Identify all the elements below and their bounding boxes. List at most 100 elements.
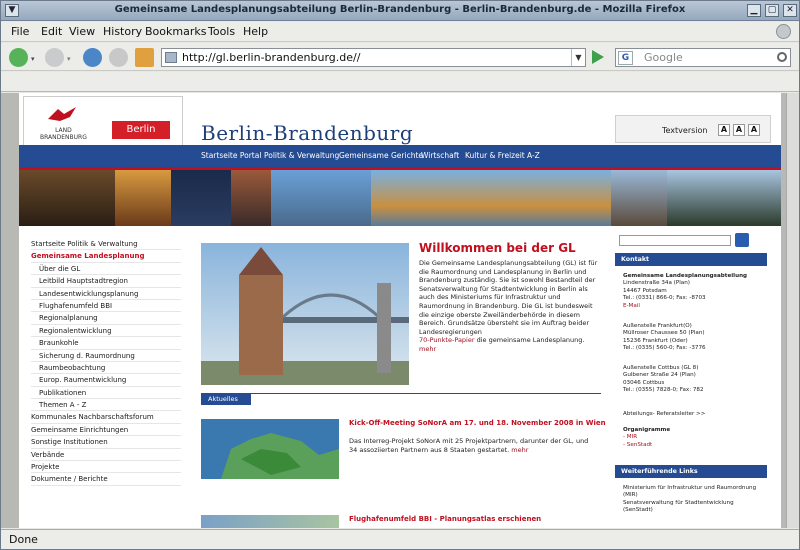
textversion-link[interactable]: Textversion xyxy=(662,126,707,135)
organigramme-senstadt-link[interactable]: - SenStadt xyxy=(623,442,652,448)
kontakt1-line: Gemeinsame Landesplanungsabteilung xyxy=(623,273,748,279)
status-bar: Done xyxy=(1,529,799,549)
topnav-kultur[interactable]: Kultur & Freizeit xyxy=(465,151,525,160)
leftnav-subitem[interactable]: Über die GL xyxy=(31,263,181,276)
leftnav-subitem[interactable]: Flughafenumfeld BBI xyxy=(31,300,181,313)
topnav-gerichte[interactable]: Gemeinsame Gerichte xyxy=(339,151,423,160)
organigramme-mir-link[interactable]: - MIR xyxy=(623,434,637,440)
menu-help[interactable]: Help xyxy=(243,25,268,38)
font-size-large-button[interactable]: A xyxy=(748,124,760,136)
leftnav-subitem[interactable]: Themen A - Z xyxy=(31,399,181,412)
news-paragraph: Das Interreg-Projekt SoNorA mit 25 Proje… xyxy=(349,437,589,454)
kontakt1-line: Lindenstraße 34a (Plan) xyxy=(623,280,690,287)
berlin-logo[interactable]: Berlin xyxy=(112,121,170,139)
welcome-link[interactable]: 70-Punkte-Papier xyxy=(419,336,475,344)
kontakt2-line: Außenstelle Frankfurt(O) xyxy=(623,323,692,329)
topnav-politik[interactable]: Politik & Verwaltung xyxy=(264,151,339,160)
banner-church-image xyxy=(611,170,667,226)
left-navigation: Startseite Politik & Verwaltung Gemeinsa… xyxy=(31,238,181,486)
back-dropdown-icon[interactable]: ▾ xyxy=(31,55,35,63)
search-field[interactable]: G Google xyxy=(615,48,791,67)
topnav-wirtschaft[interactable]: Wirtschaft xyxy=(421,151,459,160)
menu-view[interactable]: View xyxy=(69,25,95,38)
go-icon[interactable] xyxy=(592,50,604,64)
leftnav-subitem[interactable]: Regionalentwicklung xyxy=(31,325,181,338)
topnav-startseite[interactable]: Startseite Portal xyxy=(201,151,261,160)
kontakt2-line: Tel.: (0335) 560-0; Fax: -3776 xyxy=(623,345,706,352)
text-version-box: Textversion A A A xyxy=(615,115,771,143)
search-engine-icon[interactable]: G xyxy=(618,51,633,65)
banner-bridge-image xyxy=(371,170,611,226)
news-title-2[interactable]: Flughafenumfeld BBI - Planungsatlas ersc… xyxy=(349,515,541,523)
url-text[interactable]: http://gl.berlin-brandenburg.de// xyxy=(182,51,360,64)
search-placeholder[interactable]: Google xyxy=(644,51,683,64)
welcome-more-link[interactable]: mehr xyxy=(419,345,436,353)
search-icon[interactable] xyxy=(777,52,787,62)
browser-window: ▼ Gemeinsame Landesplanungsabteilung Ber… xyxy=(0,0,800,550)
leftnav-item-active[interactable]: Gemeinsame Landesplanung xyxy=(31,250,181,263)
maximize-icon[interactable]: ▢ xyxy=(765,4,779,17)
leftnav-subitem[interactable]: Sicherung d. Raumordnung xyxy=(31,350,181,362)
site-search-input[interactable] xyxy=(619,235,731,246)
kontakt3-line: Außenstelle Cottbus (GL 8) xyxy=(623,365,699,371)
leftnav-subitem[interactable]: Raumbeobachtung xyxy=(31,362,181,375)
site-favicon-icon xyxy=(165,52,177,63)
close-icon[interactable]: ✕ xyxy=(783,4,797,17)
url-history-dropdown-icon[interactable]: ▼ xyxy=(571,49,585,66)
leftnav-item[interactable]: Projekte xyxy=(31,461,181,474)
kontakt1-line: 14467 Potsdam xyxy=(623,287,667,294)
forward-icon[interactable] xyxy=(45,48,64,67)
font-size-medium-button[interactable]: A xyxy=(733,124,745,136)
leftnav-subitem[interactable]: Braunkohle xyxy=(31,337,181,350)
back-icon[interactable] xyxy=(9,48,28,67)
leftnav-item[interactable]: Sonstige Institutionen xyxy=(31,436,181,449)
kontakt3-line: Tel.: (0355) 7828-0; Fax: 782 xyxy=(623,387,704,394)
menu-bar: File Edit View History Bookmarks Tools H… xyxy=(1,22,799,42)
menu-bookmarks[interactable]: Bookmarks xyxy=(145,25,206,38)
organigramme-header: Organigramme xyxy=(623,427,671,433)
font-size-small-button[interactable]: A xyxy=(718,124,730,136)
news-more-link[interactable]: mehr xyxy=(511,446,528,454)
kontakt2-line: Müllroser Chaussee 50 (Plan) xyxy=(623,330,705,337)
kontakt1-line: Tel.: (0331) 866-0; Fax: -8703 xyxy=(623,295,706,302)
leftnav-item[interactable]: Verbände xyxy=(31,449,181,462)
leftnav-item[interactable]: Kommunales Nachbarschaftsforum xyxy=(31,411,181,424)
url-bar[interactable]: http://gl.berlin-brandenburg.de// ▼ xyxy=(161,48,586,67)
menu-tools[interactable]: Tools xyxy=(208,25,235,38)
topnav-a-z[interactable]: A-Z xyxy=(527,151,540,160)
kontakt-block-3: Außenstelle Cottbus (GL 8) Gulbener Stra… xyxy=(623,365,763,395)
leftnav-subitem[interactable]: Leitbild Hauptstadtregion xyxy=(31,275,181,288)
minimize-icon[interactable]: ▁ xyxy=(747,4,761,17)
stop-icon[interactable] xyxy=(109,48,128,67)
home-icon[interactable] xyxy=(135,48,154,67)
kontakt3-line: 03046 Cottbus xyxy=(623,379,665,386)
link-senstadt[interactable]: Senatsverwaltung für Stadtentwicklung (S… xyxy=(623,500,734,513)
news-title[interactable]: Kick-Off-Meeting SoNorA am 17. und 18. N… xyxy=(349,419,606,427)
brandenburg-logo-text[interactable]: LAND BRANDENBURG xyxy=(40,127,87,141)
menu-edit[interactable]: Edit xyxy=(41,25,62,38)
vertical-scrollbar[interactable] xyxy=(786,93,799,528)
leftnav-subitem[interactable]: Regionalplanung xyxy=(31,312,181,325)
forward-dropdown-icon[interactable]: ▾ xyxy=(67,55,71,63)
leftnav-item[interactable]: Gemeinsame Einrichtungen xyxy=(31,424,181,437)
web-page: LAND BRANDENBURG Berlin Berlin-Brandenbu… xyxy=(19,93,781,528)
leftnav-subitem[interactable]: Publikationen xyxy=(31,387,181,400)
leftnav-subitem[interactable]: Europ. Raumentwicklung xyxy=(31,374,181,387)
abteilung-link[interactable]: Abteilungs- Referatsleiter >> xyxy=(623,411,763,418)
menu-history[interactable]: History xyxy=(103,25,142,38)
aktuelles-header: Aktuelles xyxy=(201,394,251,405)
leftnav-item[interactable]: Dokumente / Berichte xyxy=(31,473,181,486)
europe-map-image xyxy=(201,419,339,479)
reload-icon[interactable] xyxy=(83,48,102,67)
site-search-button[interactable] xyxy=(735,233,749,247)
email-link[interactable]: E-Mail xyxy=(623,303,640,309)
header-banner-image xyxy=(19,170,781,226)
leftnav-item[interactable]: Startseite Politik & Verwaltung xyxy=(31,238,181,251)
leftnav-subitem[interactable]: Landesentwicklungsplanung xyxy=(31,288,181,300)
banner-tower-image xyxy=(231,170,271,226)
content-area: LAND BRANDENBURG Berlin Berlin-Brandenbu… xyxy=(1,93,799,528)
link-mir[interactable]: Ministerium für Infrastruktur und Raumor… xyxy=(623,485,756,498)
menu-file[interactable]: File xyxy=(11,25,29,38)
welcome-link-tail: die gemeinsame Landesplanung. xyxy=(476,336,585,345)
banner-gate-image xyxy=(115,170,171,226)
